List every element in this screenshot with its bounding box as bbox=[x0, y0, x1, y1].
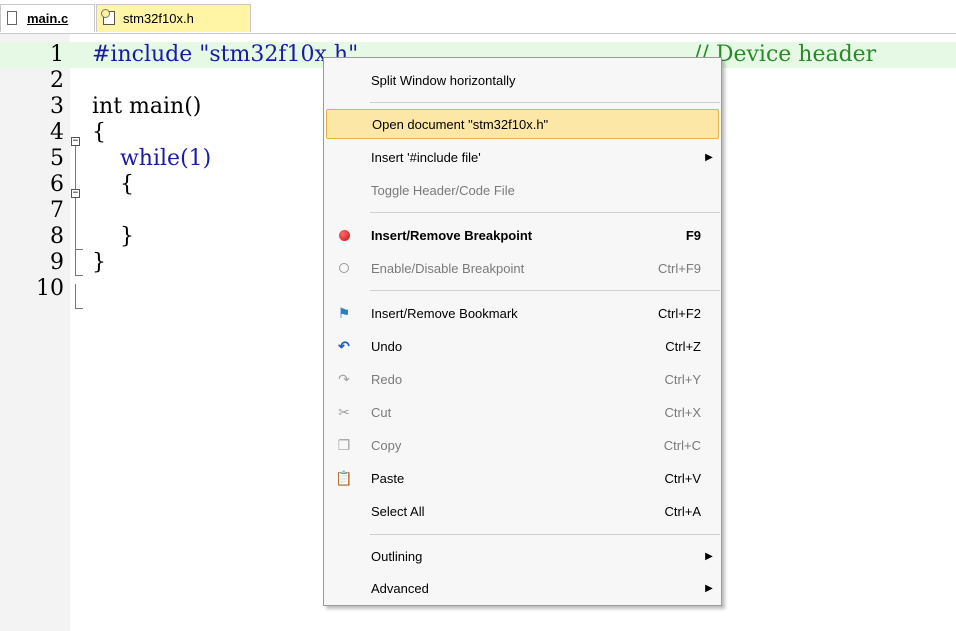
menu-item-label: Open document "stm32f10x.h" bbox=[372, 116, 549, 132]
redo-icon: ↷ bbox=[338, 371, 350, 387]
menu-item-label: Enable/Disable Breakpoint bbox=[371, 260, 525, 276]
menu-item-label: Insert/Remove Breakpoint bbox=[371, 227, 533, 243]
menu-item-label: Advanced bbox=[371, 580, 429, 596]
menu-item-label: Paste bbox=[371, 470, 405, 486]
menu-item-shortcut: Ctrl+X bbox=[664, 404, 701, 420]
line-number: 4 bbox=[50, 120, 64, 145]
fold-guide bbox=[75, 284, 76, 308]
line-number: 1 bbox=[50, 42, 64, 67]
tab-label: stm32f10x.h bbox=[123, 11, 194, 26]
menu-item-shortcut: F9 bbox=[685, 227, 701, 243]
fold-collapse-icon[interactable]: − bbox=[71, 189, 80, 198]
menu-item-shortcut: Ctrl+F9 bbox=[658, 260, 701, 276]
menu-item-advanced[interactable]: Advanced ▶ bbox=[326, 573, 719, 603]
undo-icon: ↶ bbox=[338, 338, 350, 354]
line-number: 10 bbox=[36, 276, 64, 301]
submenu-arrow-icon: ▶ bbox=[705, 582, 713, 594]
menu-separator bbox=[370, 534, 720, 535]
menu-item-outlining[interactable]: Outlining ▶ bbox=[326, 541, 719, 571]
line-number: 7 bbox=[50, 198, 64, 223]
submenu-arrow-icon: ▶ bbox=[705, 151, 713, 163]
menu-item-label: Redo bbox=[371, 371, 403, 387]
fold-end-tick bbox=[75, 275, 83, 276]
fold-collapse-icon[interactable]: − bbox=[71, 137, 80, 146]
menu-item-insert-include[interactable]: Insert '#include file' ▶ bbox=[326, 142, 719, 172]
submenu-arrow-icon: ▶ bbox=[705, 550, 713, 562]
menu-item-label: Toggle Header/Code File bbox=[371, 182, 515, 198]
breakpoint-disabled-icon bbox=[326, 263, 362, 273]
menu-item-cut[interactable]: ✂ Cut Ctrl+X bbox=[326, 397, 719, 427]
line-number: 9 bbox=[50, 250, 64, 275]
code-text: #include "stm32f10x.h" bbox=[92, 42, 359, 67]
code-text: int main() bbox=[92, 94, 202, 119]
context-menu: Split Window horizontally Open document … bbox=[323, 57, 722, 606]
code-text: while(1) bbox=[92, 146, 212, 171]
code-text: } bbox=[92, 250, 106, 275]
menu-item-label: Select All bbox=[371, 503, 425, 519]
menu-item-label: Cut bbox=[371, 404, 392, 420]
menu-item-enable-breakpoint[interactable]: Enable/Disable Breakpoint Ctrl+F9 bbox=[326, 253, 719, 283]
menu-item-shortcut: Ctrl+A bbox=[664, 503, 701, 519]
code-text: { bbox=[92, 172, 134, 197]
menu-item-shortcut: Ctrl+Y bbox=[664, 371, 701, 387]
menu-separator bbox=[370, 290, 720, 291]
document-icon bbox=[7, 10, 21, 27]
menu-item-open-document[interactable]: Open document "stm32f10x.h" bbox=[326, 109, 719, 139]
copy-icon: ❐ bbox=[337, 437, 351, 453]
menu-item-shortcut: Ctrl+C bbox=[663, 437, 701, 453]
tab-main-c[interactable]: main.c bbox=[0, 4, 95, 32]
menu-item-label: Split Window horizontally bbox=[371, 72, 516, 88]
menu-item-insert-breakpoint[interactable]: Insert/Remove Breakpoint F9 bbox=[326, 220, 719, 250]
menu-item-label: Outlining bbox=[371, 548, 423, 564]
menu-item-label: Insert/Remove Bookmark bbox=[371, 305, 518, 321]
breakpoint-icon bbox=[326, 229, 362, 241]
fold-end-tick bbox=[75, 249, 83, 250]
menu-item-paste[interactable]: 📋 Paste Ctrl+V bbox=[326, 463, 719, 493]
menu-item-undo[interactable]: ↶ Undo Ctrl+Z bbox=[326, 331, 719, 361]
code-text: { bbox=[92, 120, 106, 145]
header-file-icon bbox=[101, 8, 117, 27]
line-number: 8 bbox=[50, 224, 64, 249]
tab-stm32f10x-h[interactable]: stm32f10x.h bbox=[96, 4, 251, 32]
menu-item-label: Copy bbox=[371, 437, 402, 453]
fold-guide bbox=[75, 146, 76, 275]
line-number: 2 bbox=[50, 68, 64, 93]
menu-item-bookmark[interactable]: ⚑ Insert/Remove Bookmark Ctrl+F2 bbox=[326, 298, 719, 328]
code-text: } bbox=[92, 224, 134, 249]
paste-clipboard-icon: 📋 bbox=[335, 470, 353, 486]
tab-label: main.c bbox=[27, 11, 69, 26]
bookmark-flag-icon: ⚑ bbox=[337, 305, 351, 321]
line-number: 5 bbox=[50, 146, 64, 171]
menu-item-shortcut: Ctrl+Z bbox=[665, 338, 701, 354]
menu-item-copy[interactable]: ❐ Copy Ctrl+C bbox=[326, 430, 719, 460]
scissors-icon: ✂ bbox=[338, 404, 350, 420]
menu-item-label: Insert '#include file' bbox=[371, 149, 481, 165]
menu-item-shortcut: Ctrl+V bbox=[664, 470, 701, 486]
line-number: 6 bbox=[50, 172, 64, 197]
menu-separator bbox=[370, 102, 720, 103]
menu-item-select-all[interactable]: Select All Ctrl+A bbox=[326, 496, 719, 526]
line-number: 3 bbox=[50, 94, 64, 119]
menu-item-redo[interactable]: ↷ Redo Ctrl+Y bbox=[326, 364, 719, 394]
menu-item-split-window[interactable]: Split Window horizontally bbox=[326, 65, 719, 95]
menu-item-shortcut: Ctrl+F2 bbox=[658, 305, 701, 321]
menu-item-label: Undo bbox=[371, 338, 403, 354]
menu-item-toggle-header[interactable]: Toggle Header/Code File bbox=[326, 175, 719, 205]
editor-tab-bar: main.c stm32f10x.h bbox=[0, 0, 956, 34]
menu-separator bbox=[370, 212, 720, 213]
fold-end-tick bbox=[75, 308, 83, 309]
